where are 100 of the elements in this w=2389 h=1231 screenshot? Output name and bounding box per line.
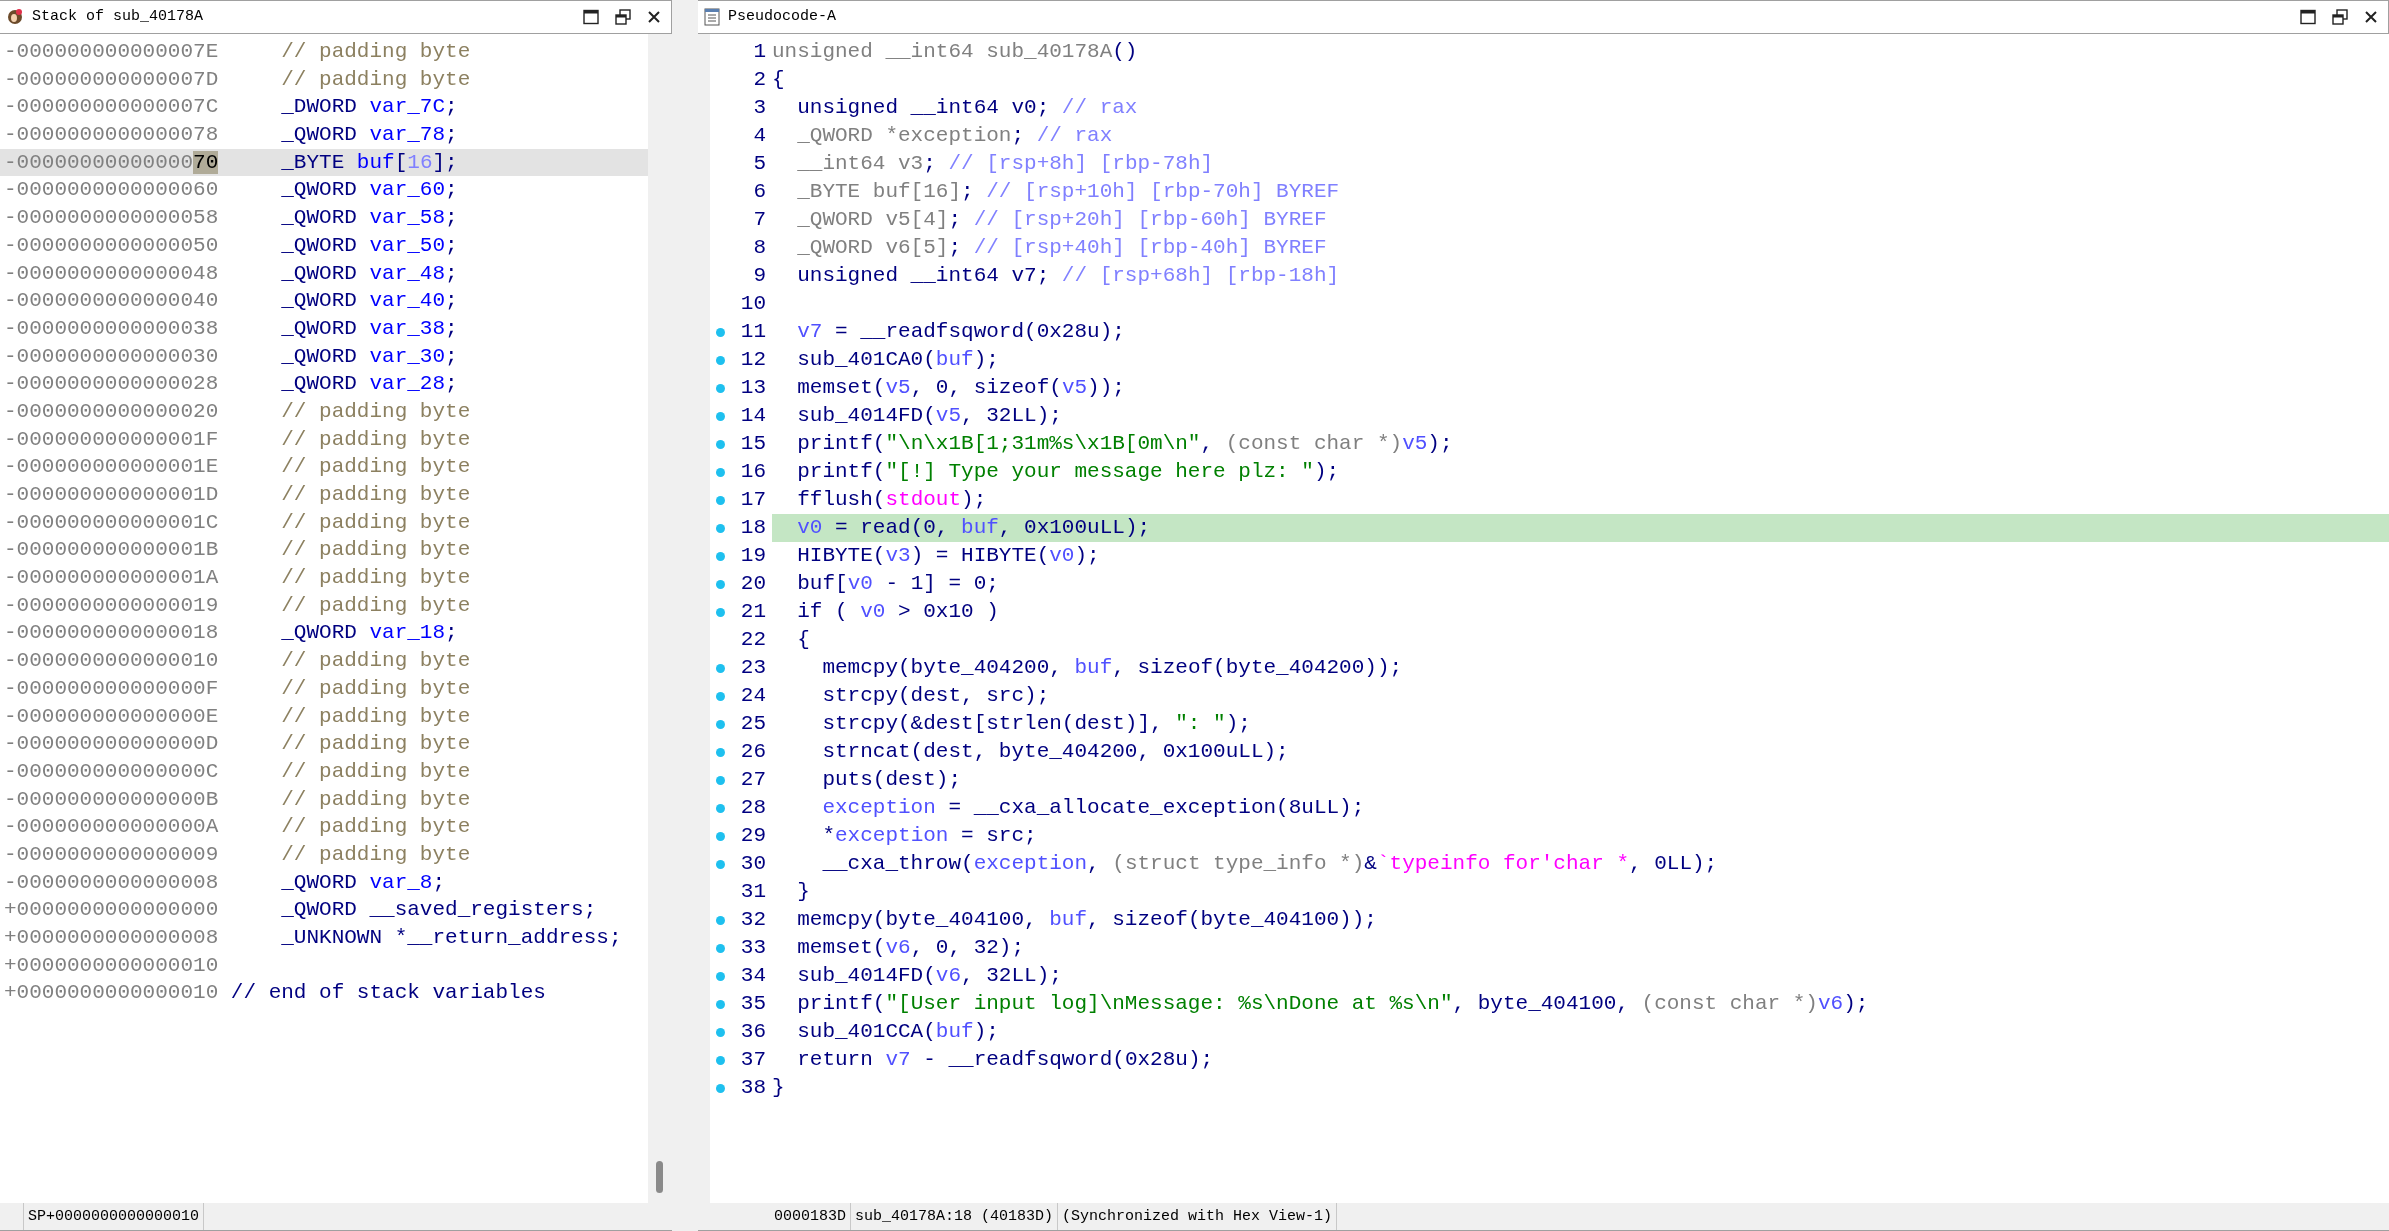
stack-row[interactable]: -0000000000000019 // padding byte (0, 591, 648, 620)
stack-declaration: // padding byte (281, 592, 471, 619)
stack-offset: -0000000000000050 (4, 232, 219, 259)
stack-row[interactable]: -0000000000000048 _QWORD var_48; (0, 259, 648, 288)
code-line: unsigned __int64 v7; // [rsp+68h] [rbp-18h] (796, 263, 1341, 289)
stack-row[interactable]: -0000000000000010 // padding byte (0, 647, 648, 675)
code-line: exception = __cxa_allocate_exception(8uLL); (821, 795, 1366, 821)
stack-declaration: _QWORD var_8; (281, 869, 446, 896)
stack-row[interactable]: -000000000000007E // padding byte (0, 38, 648, 66)
code-line: printf("\n\x1B[1;31m%s\x1B[0m\n", (const char *)v5); (796, 431, 1454, 457)
line-number: 4 (752, 123, 766, 149)
stack-row[interactable]: -000000000000001A // padding byte (0, 564, 648, 592)
code-line: if ( v0 > 0x10 ) (796, 599, 1000, 625)
stack-row[interactable]: -000000000000000D // padding byte (0, 730, 648, 758)
stack-declaration: // padding byte (281, 703, 471, 730)
stack-row[interactable]: -0000000000000030 _QWORD var_30; (0, 342, 648, 371)
stack-row[interactable]: -000000000000000A // padding byte (0, 813, 648, 841)
stack-row[interactable]: -0000000000000050 _QWORD var_50; (0, 231, 648, 260)
stack-row[interactable]: -000000000000001E // padding byte (0, 453, 648, 481)
stack-offset: -000000000000007E (4, 39, 219, 65)
line-number: 25 (739, 711, 766, 737)
stack-offset: -0000000000000010 (4, 648, 219, 675)
stack-row[interactable]: -000000000000007C _DWORD var_7C; (0, 93, 648, 122)
stack-declaration: // padding byte (281, 841, 471, 868)
stack-row[interactable]: -000000000000000F // padding byte (0, 674, 648, 703)
stack-row[interactable]: -000000000000000B // padding byte (0, 785, 648, 814)
stack-row[interactable]: -000000000000001C // padding byte (0, 508, 648, 537)
code-line: __int64 v3; // [rsp+8h] [rbp-78h] (796, 151, 1215, 177)
stack-row[interactable]: -0000000000000018 _QWORD var_18; (0, 619, 648, 648)
panel-title: Pseudocode-A (728, 6, 838, 27)
stack-row[interactable]: -000000000000000C // padding byte (0, 757, 648, 786)
code-line: __cxa_throw(exception, (struct type_info *)&`typeinfo for'char *, 0LL); (821, 851, 1719, 877)
line-number: 19 (739, 543, 766, 569)
code-line: sub_4014FD(v6, 32LL); (796, 963, 1063, 989)
code-line: sub_401CCA(buf); (796, 1019, 1000, 1045)
stack-declaration: _QWORD __saved_registers; (281, 897, 597, 924)
stack-declaration: // padding byte (281, 537, 471, 564)
code-line: memcpy(byte_404200, buf, sizeof(byte_404200)); (821, 655, 1404, 681)
stack-offset: -0000000000000070 (4, 149, 219, 176)
stack-offset: -000000000000000A (4, 814, 219, 841)
status-field: sub_40178A:18 (40183D) (851, 1203, 1059, 1230)
stack-row[interactable]: -0000000000000040 _QWORD var_40; (0, 287, 648, 315)
line-number: 36 (739, 1019, 766, 1045)
stack-declaration: _QWORD var_78; (281, 122, 458, 149)
code-line: _QWORD v5[4]; // [rsp+20h] [rbp-60h] BYREF (796, 207, 1328, 233)
stack-offset: -000000000000000E (4, 703, 219, 730)
stack-offset: -0000000000000040 (4, 288, 219, 315)
line-number: 2 (752, 67, 766, 93)
line-number: 31 (739, 879, 766, 905)
line-number: 14 (739, 403, 766, 429)
line-number: 9 (752, 263, 766, 289)
maximize-icon (2300, 9, 2316, 25)
stack-row[interactable]: -0000000000000078 _QWORD var_78; (0, 121, 648, 149)
stack-declaration: _QWORD var_48; (281, 260, 458, 287)
line-number: 17 (739, 487, 766, 513)
stack-row[interactable]: -0000000000000028 _QWORD var_28; (0, 370, 648, 398)
code-line: printf("[User input log]\nMessage: %s\nDone at %s\n", byte_404100, (const char *)v6); (796, 991, 1870, 1017)
code-line: { (772, 67, 786, 93)
line-number: 13 (739, 375, 766, 401)
scrollbar-thumb[interactable] (656, 1161, 663, 1193)
stack-offset: -000000000000000D (4, 731, 219, 758)
stack-row[interactable]: -0000000000000038 _QWORD var_38; (0, 314, 648, 343)
stack-offset: -000000000000000C (4, 758, 219, 785)
stack-row[interactable]: -000000000000000E // padding byte (0, 702, 648, 731)
stack-row[interactable]: -0000000000000060 _QWORD var_60; (0, 176, 648, 205)
status-field: (Synchronized with Hex View-1) (1058, 1203, 1338, 1230)
line-number: 11 (739, 319, 766, 345)
stack-declaration: _QWORD var_30; (281, 343, 458, 370)
stack-declaration: // padding byte (281, 565, 471, 592)
stack-row[interactable]: +0000000000000000 _QWORD __saved_registers; (0, 896, 648, 924)
stack-declaration: // padding byte (281, 648, 471, 675)
stack-row[interactable]: -0000000000000008 _QWORD var_8; (0, 868, 648, 897)
stack-row[interactable]: -000000000000001B // padding byte (0, 536, 648, 565)
stack-row[interactable]: -000000000000001F // padding byte (0, 425, 648, 454)
stack-row[interactable]: -000000000000007D // padding byte (0, 65, 648, 94)
stack-offset: -0000000000000018 (4, 620, 219, 647)
stack-declaration: _DWORD var_7C; (281, 94, 458, 121)
stack-row[interactable]: +0000000000000008 _UNKNOWN *__return_address; (0, 924, 648, 952)
stack-offset: -0000000000000058 (4, 205, 219, 232)
line-number: 3 (752, 95, 766, 121)
stack-row[interactable]: -0000000000000009 // padding byte (0, 840, 648, 869)
line-number: 10 (739, 291, 766, 317)
stack-row[interactable]: -0000000000000070 _BYTE buf[16]; (0, 148, 648, 177)
code-line: } (772, 1075, 786, 1101)
code-line: unsigned __int64 sub_40178A() (772, 39, 1139, 65)
line-number: 30 (739, 851, 766, 877)
code-line: strcpy(&dest[strlen(dest)], ": "); (821, 711, 1252, 737)
stack-offset: -000000000000001C (4, 509, 219, 536)
stack-row[interactable]: +0000000000000010 // end of stack variables (0, 979, 648, 1008)
stack-offset: -0000000000000009 (4, 841, 219, 868)
code-line: memcpy(byte_404100, buf, sizeof(byte_404100)); (796, 907, 1378, 933)
stack-row[interactable]: -000000000000001D // padding byte (0, 481, 648, 509)
document-icon (704, 8, 720, 26)
stack-row[interactable]: +0000000000000010 (0, 951, 648, 980)
code-line: fflush(stdout); (796, 487, 988, 513)
stack-row[interactable]: -0000000000000058 _QWORD var_58; (0, 204, 648, 232)
stack-declaration: _QWORD var_58; (281, 205, 458, 232)
line-number: 38 (739, 1075, 766, 1101)
stack-offset: -0000000000000048 (4, 260, 219, 287)
stack-row[interactable]: -0000000000000020 // padding byte (0, 397, 648, 426)
